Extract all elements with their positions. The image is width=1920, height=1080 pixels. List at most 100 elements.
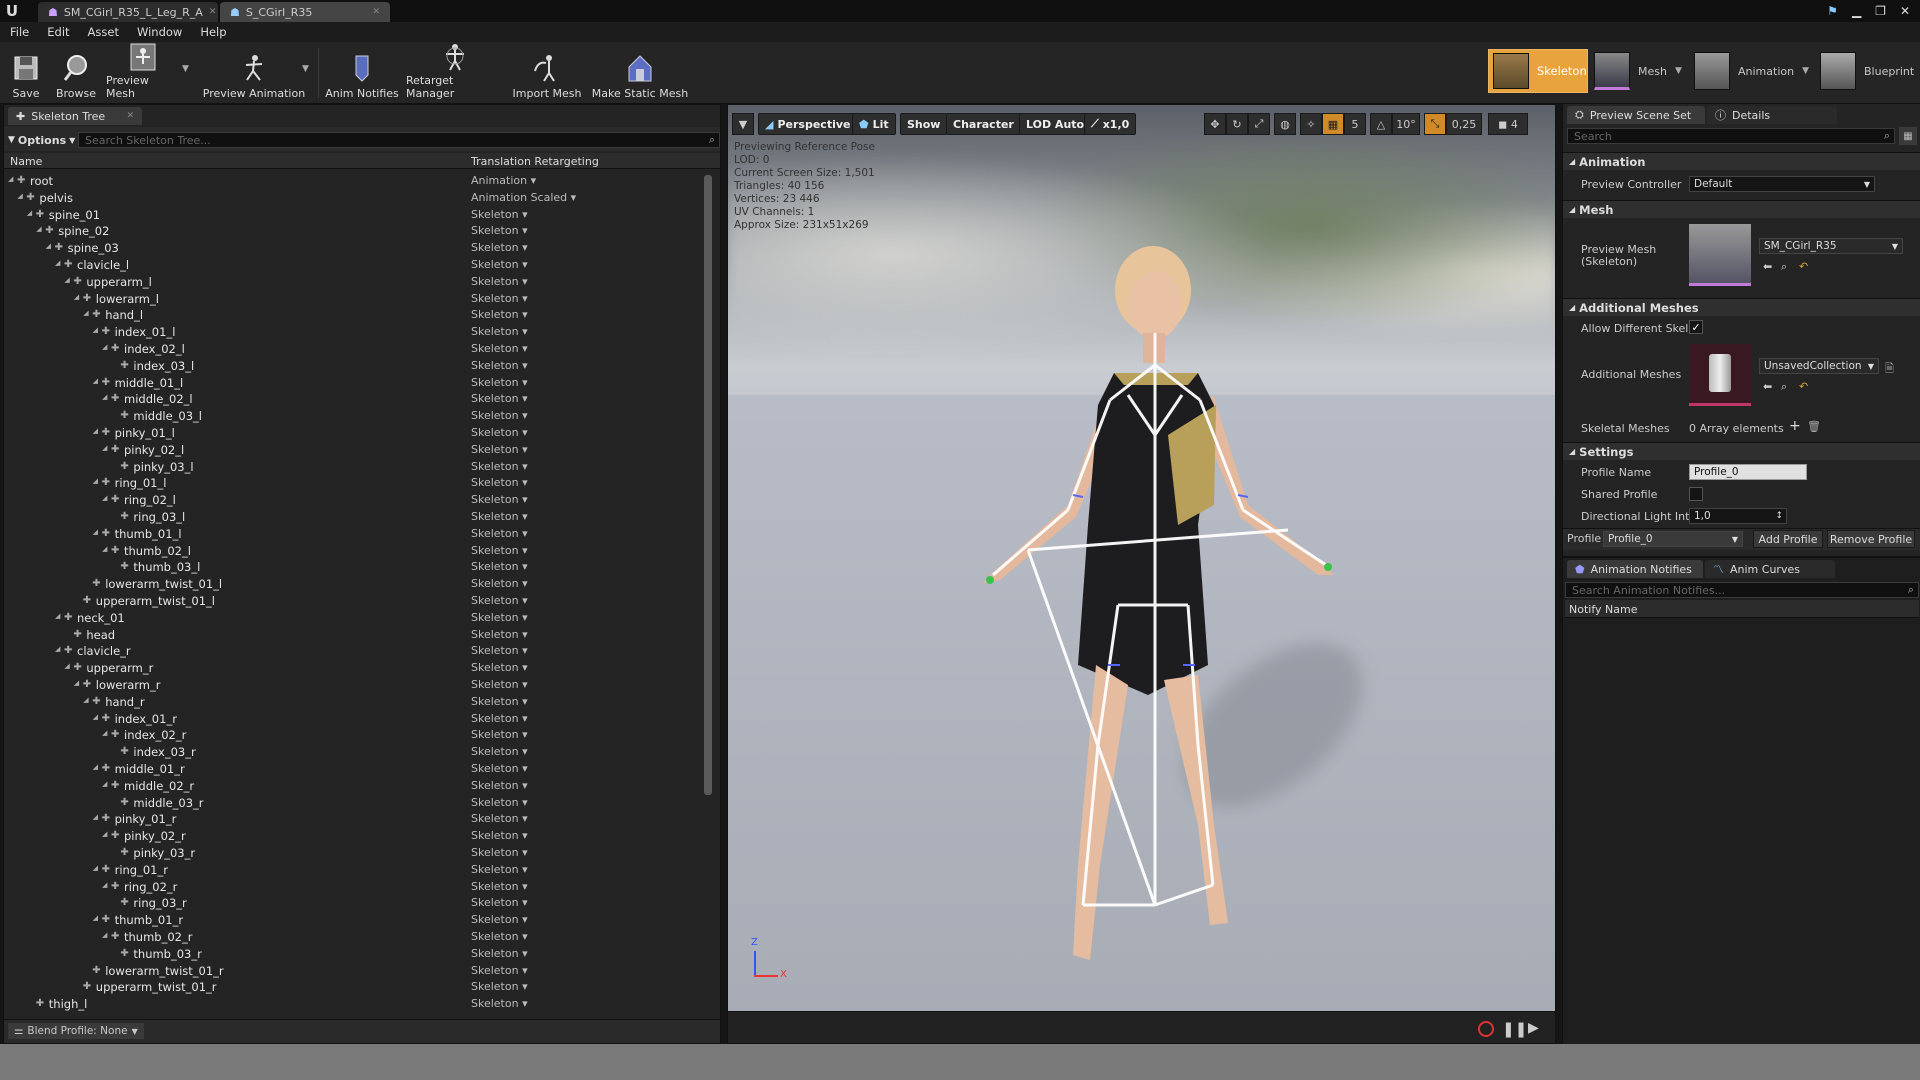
section-animation[interactable]: ◢ Animation — [1563, 152, 1920, 170]
tab-preview-scene-settings[interactable]: ⛭ Preview Scene Set — [1567, 106, 1705, 124]
retarget-mode-combo[interactable]: Skeleton ▾ — [471, 644, 528, 657]
make-static-mesh-button[interactable]: Make Static Mesh — [590, 46, 690, 100]
tree-row[interactable]: ◢ ✚ thumb_01_r Skeleton ▾ — [4, 912, 704, 929]
tree-row[interactable]: ◢ ✚ index_01_r Skeleton ▾ — [4, 711, 704, 728]
tree-row[interactable]: ◢ ✚ clavicle_r Skeleton ▾ — [4, 643, 704, 660]
options-button[interactable]: ▼ Options ▼ — [8, 131, 75, 149]
menu-window[interactable]: Window — [137, 25, 182, 39]
tree-row[interactable]: ◢ ✚ middle_02_r Skeleton ▾ — [4, 778, 704, 795]
retarget-mode-combo[interactable]: Skeleton ▾ — [471, 275, 528, 288]
tab-skeleton-tree[interactable]: ✚ Skeleton Tree ✕ — [8, 107, 142, 125]
tree-row[interactable]: ◢ ✚ pinky_01_l Skeleton ▾ — [4, 425, 704, 442]
retarget-mode-combo[interactable]: Skeleton ▾ — [471, 812, 528, 825]
tab-details[interactable]: ⓘ Details — [1707, 106, 1837, 124]
preview-controller-combo[interactable]: Default ▼ — [1689, 176, 1875, 192]
retarget-mode-combo[interactable]: Animation ▾ — [471, 174, 536, 187]
retarget-mode-combo[interactable]: Skeleton ▾ — [471, 308, 528, 321]
retarget-mode-combo[interactable]: Skeleton ▾ — [471, 796, 528, 809]
save-collection-icon[interactable]: 🗎 — [1885, 360, 1894, 379]
menu-asset[interactable]: Asset — [88, 25, 119, 39]
record-icon[interactable] — [1478, 1021, 1494, 1037]
retarget-mode-combo[interactable]: Skeleton ▾ — [471, 745, 528, 758]
tree-row[interactable]: ◢ ✚ thumb_02_l Skeleton ▾ — [4, 543, 704, 560]
retarget-mode-combo[interactable]: Skeleton ▾ — [471, 930, 528, 943]
col-name[interactable]: Name — [10, 155, 42, 168]
retarget-mode-combo[interactable]: Skeleton ▾ — [471, 258, 528, 271]
additional-meshes-combo[interactable]: UnsavedCollection ▼ — [1759, 358, 1879, 374]
preview-mesh-combo[interactable]: SM_CGirl_R35 ▼ — [1759, 238, 1903, 254]
tree-row[interactable]: ✚ upperarm_twist_01_r Skeleton ▾ — [4, 979, 704, 996]
tree-row[interactable]: ◢ ✚ pinky_01_r Skeleton ▾ — [4, 811, 704, 828]
retarget-mode-combo[interactable]: Skeleton ▾ — [471, 997, 528, 1010]
preview-mesh-thumbnail[interactable] — [1689, 224, 1751, 286]
retarget-mode-combo[interactable]: Skeleton ▾ — [471, 476, 528, 489]
chevron-down-icon[interactable]: ▼ — [1802, 66, 1809, 76]
tree-row[interactable]: ◢ ✚ pinky_02_r Skeleton ▾ — [4, 828, 704, 845]
retarget-mode-combo[interactable]: Skeleton ▾ — [471, 224, 528, 237]
section-mesh[interactable]: ◢ Mesh — [1563, 200, 1920, 218]
tree-row[interactable]: ✚ pinky_03_r Skeleton ▾ — [4, 845, 704, 862]
menu-file[interactable]: File — [10, 25, 29, 39]
tree-row[interactable]: ◢ ✚ neck_01 Skeleton ▾ — [4, 610, 704, 627]
retarget-mode-combo[interactable]: Skeleton ▾ — [471, 342, 528, 355]
mode-blueprint-button[interactable]: Blueprint — [1820, 49, 1920, 93]
tree-row[interactable]: ◢ ✚ ring_01_r Skeleton ▾ — [4, 862, 704, 879]
tree-row[interactable]: ✚ thumb_03_r Skeleton ▾ — [4, 946, 704, 963]
retarget-mode-combo[interactable]: Skeleton ▾ — [471, 863, 528, 876]
tree-row[interactable]: ◢ ✚ spine_03 Skeleton ▾ — [4, 240, 704, 257]
tree-row[interactable]: ◢ ✚ index_02_l Skeleton ▾ — [4, 341, 704, 358]
tree-row[interactable]: ◢ ✚ lowerarm_l Skeleton ▾ — [4, 291, 704, 308]
retarget-mode-combo[interactable]: Skeleton ▾ — [471, 980, 528, 993]
retarget-mode-combo[interactable]: Skeleton ▾ — [471, 947, 528, 960]
tree-row[interactable]: ✚ ring_03_r Skeleton ▾ — [4, 895, 704, 912]
chevron-down-icon[interactable]: ▼ — [302, 64, 309, 74]
tree-row[interactable]: ◢ ✚ index_02_r Skeleton ▾ — [4, 727, 704, 744]
tree-row[interactable]: ✚ index_03_r Skeleton ▾ — [4, 744, 704, 761]
directional-light-input[interactable]: 1,0 ↕ — [1689, 508, 1787, 524]
tree-row[interactable]: ◢ ✚ hand_r Skeleton ▾ — [4, 694, 704, 711]
maximize-icon[interactable]: ❐ — [1875, 4, 1886, 18]
doc-tab-skeleton[interactable]: ☗ S_CGirl_R35 ✕ — [220, 2, 390, 22]
retarget-mode-combo[interactable]: Skeleton ▾ — [471, 964, 528, 977]
view-options-icon[interactable]: ▦ — [1899, 127, 1917, 145]
col-notify-name[interactable]: Notify Name — [1565, 600, 1919, 618]
tree-row[interactable]: ◢ ✚ thumb_01_l Skeleton ▾ — [4, 526, 704, 543]
close-icon[interactable]: ✕ — [372, 7, 380, 17]
retarget-mode-combo[interactable]: Skeleton ▾ — [471, 426, 528, 439]
retarget-mode-combo[interactable]: Skeleton ▾ — [471, 510, 528, 523]
col-retarget[interactable]: Translation Retargeting — [471, 155, 599, 168]
tree-row[interactable]: ◢ ✚ lowerarm_r Skeleton ▾ — [4, 677, 704, 694]
chevron-down-icon[interactable]: ▼ — [1675, 66, 1682, 76]
menu-edit[interactable]: Edit — [47, 25, 69, 39]
tree-row[interactable]: ◢ ✚ ring_02_r Skeleton ▾ — [4, 879, 704, 896]
blend-profile-button[interactable]: ⚌ Blend Profile: None ▼ — [8, 1023, 144, 1039]
retarget-mode-combo[interactable]: Skeleton ▾ — [471, 493, 528, 506]
tree-row[interactable]: ✚ middle_03_r Skeleton ▾ — [4, 795, 704, 812]
tree-row[interactable]: ◢ ✚ spine_02 Skeleton ▾ — [4, 223, 704, 240]
tree-row[interactable]: ◢ ✚ index_01_l Skeleton ▾ — [4, 324, 704, 341]
retarget-mode-combo[interactable]: Skeleton ▾ — [471, 913, 528, 926]
tree-row[interactable]: ✚ lowerarm_twist_01_l Skeleton ▾ — [4, 576, 704, 593]
tree-row[interactable]: ◢ ✚ upperarm_l Skeleton ▾ — [4, 274, 704, 291]
tree-row[interactable]: ◢ ✚ pelvis Animation Scaled ▾ — [4, 190, 704, 207]
retarget-mode-combo[interactable]: Skeleton ▾ — [471, 594, 528, 607]
retarget-mode-combo[interactable]: Skeleton ▾ — [471, 409, 528, 422]
tree-row[interactable]: ◢ ✚ middle_01_r Skeleton ▾ — [4, 761, 704, 778]
retarget-mode-combo[interactable]: Skeleton ▾ — [471, 359, 528, 372]
close-window-icon[interactable]: ✕ — [1900, 4, 1910, 18]
doc-tab-mesh[interactable]: ☗ SM_CGirl_R35_L_Leg_R_A ✕ — [38, 2, 218, 22]
tree-row[interactable]: ◢ ✚ spine_01 Skeleton ▾ — [4, 207, 704, 224]
tab-animation-notifies[interactable]: ⬟ Animation Notifies — [1567, 560, 1703, 578]
section-settings[interactable]: ◢ Settings — [1563, 442, 1920, 460]
retarget-mode-combo[interactable]: Skeleton ▾ — [471, 392, 528, 405]
allow-different-checkbox[interactable]: ✓ — [1689, 320, 1703, 334]
tree-row[interactable]: ◢ ✚ upperarm_r Skeleton ▾ — [4, 660, 704, 677]
tree-row[interactable]: ✚ head Skeleton ▾ — [4, 627, 704, 644]
tree-row[interactable]: ✚ lowerarm_twist_01_r Skeleton ▾ — [4, 963, 704, 980]
retarget-mode-combo[interactable]: Skeleton ▾ — [471, 779, 528, 792]
delete-elements-icon[interactable]: 🗑 — [1807, 420, 1821, 433]
retarget-mode-combo[interactable]: Skeleton ▾ — [471, 208, 528, 221]
add-profile-button[interactable]: Add Profile — [1753, 530, 1823, 548]
retarget-mode-combo[interactable]: Skeleton ▾ — [471, 560, 528, 573]
retarget-mode-combo[interactable]: Skeleton ▾ — [471, 241, 528, 254]
